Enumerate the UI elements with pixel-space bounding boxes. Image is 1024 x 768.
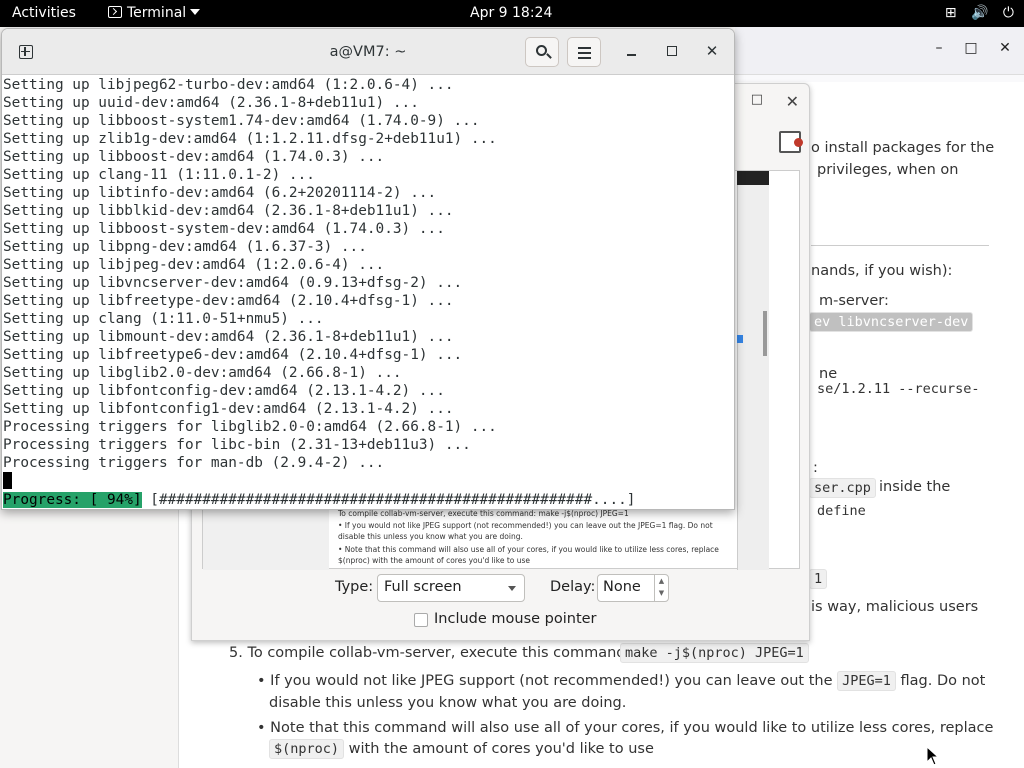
page-text: : [813, 460, 818, 476]
terminal-line: Setting up libboost-system1.74-dev:amd64… [3, 113, 480, 129]
maximize-button[interactable] [662, 41, 682, 61]
maximize-icon [667, 46, 677, 56]
terminal-line: Setting up uuid-dev:amd64 (2.36.1-8+deb1… [3, 95, 419, 111]
page-text: inside the [879, 479, 951, 495]
chevron-down-icon [190, 9, 201, 15]
terminal-line: Setting up libfreetype6-dev:amd64 (2.10.… [3, 347, 463, 363]
progress-line: Progress: [ 94%] [######################… [3, 491, 635, 509]
terminal-line: Setting up libjpeg62-turbo-dev:amd64 (1:… [3, 77, 454, 93]
terminal-line: Setting up clang (1:11.0-51+nmu5) ... [3, 311, 324, 327]
preview-text: • If you would not like JPEG support (no… [338, 521, 713, 530]
delay-spinbox[interactable]: None ▲ ▼ [597, 574, 669, 602]
bullet-text: disable this unless you know what you ar… [269, 695, 627, 711]
browser-minimize-button[interactable]: – [929, 40, 949, 56]
preview-text: disable this unless you know what you ar… [338, 532, 523, 541]
progress-label: Progress: [ 94%] [3, 492, 142, 508]
terminal-line: Setting up libjpeg-dev:amd64 (1:2.0.6-4)… [3, 257, 385, 273]
preview-sidebar [737, 185, 769, 570]
spin-arrows-icon[interactable]: ▲ ▼ [654, 575, 668, 601]
type-dropdown[interactable]: Full screen [377, 574, 525, 602]
new-tab-button[interactable] [12, 38, 40, 66]
page-text: nands, if you wish): [811, 263, 953, 279]
volume-icon: 🔊 [971, 5, 989, 21]
terminal-output[interactable]: Setting up libjpeg62-turbo-dev:amd64 (1:… [2, 75, 724, 509]
chevron-down-icon [508, 586, 516, 591]
page-text: o install packages for the [811, 140, 995, 156]
terminal-line: Setting up libglib2.0-dev:amd64 (2.66.8-… [3, 365, 402, 381]
terminal-line: Setting up libtinfo-dev:amd64 (6.2+20201… [3, 185, 437, 201]
include-pointer-checkbox[interactable] [414, 613, 428, 627]
divider [811, 245, 989, 246]
terminal-line: Processing triggers for libglib2.0-0:amd… [3, 419, 497, 435]
terminal-line: Setting up libfontconfig-dev:amd64 (2.13… [3, 383, 445, 399]
terminal-line: Setting up libblkid-dev:amd64 (2.36.1-8+… [3, 203, 454, 219]
screenshot-app-icon [779, 131, 803, 153]
terminal-line: Setting up libfontconfig1-dev:amd64 (2.1… [3, 401, 454, 417]
step-5-text: 5. To compile collab-vm-server, execute … [229, 645, 631, 661]
preview-accent [737, 335, 743, 343]
terminal-line: Setting up libvncserver-dev:amd64 (0.9.1… [3, 275, 463, 291]
terminal-line: Setting up libmount-dev:amd64 (2.36.1-8+… [3, 329, 454, 345]
code-snippet-selected: ev libvncserver-dev [809, 312, 974, 332]
page-text: is way, malicious users [811, 599, 979, 615]
preview-left-panel [203, 501, 329, 570]
terminal-line: Setting up zlib1g-dev:amd64 (1:1.2.11.df… [3, 131, 497, 147]
bullet-text: • If you would not like JPEG support (no… [257, 671, 986, 691]
type-dropdown-value: Full screen [384, 579, 462, 595]
terminal-line: Setting up libboost-system-dev:amd64 (1.… [3, 221, 445, 237]
terminal-line: Setting up libfreetype-dev:amd64 (2.10.4… [3, 293, 454, 309]
new-tab-icon [19, 45, 33, 59]
code-snippet: $(nproc) [269, 739, 345, 759]
activities-button[interactable]: Activities [12, 0, 76, 27]
close-button[interactable]: ✕ [702, 41, 722, 61]
terminal-line: Setting up libboost-dev:amd64 (1.74.0.3)… [3, 149, 385, 165]
hamburger-menu-icon [578, 47, 591, 49]
browser-close-button[interactable]: ✕ [995, 40, 1015, 56]
search-button[interactable] [525, 37, 559, 67]
code-snippet: ser.cpp [809, 478, 876, 498]
dialog-close-button[interactable]: ✕ [786, 92, 799, 111]
page-text: privileges, when on [817, 162, 959, 178]
code-snippet: make -j$(nproc) JPEG=1 [620, 643, 809, 663]
clock[interactable]: Apr 9 18:24 [470, 0, 552, 27]
terminal-line: Processing triggers for libc-bin (2.31-1… [3, 437, 471, 453]
top-bar: Activities Terminal Apr 9 18:24 ⊞ 🔊 ⏻ [0, 0, 1024, 27]
delay-label: Delay: [550, 579, 596, 595]
preview-text: • Note that this command will also use a… [338, 545, 719, 554]
browser-titlebar: – □ ✕ [735, 27, 1024, 75]
terminal-line: Processing triggers for man-db (2.9.4-2)… [3, 455, 385, 471]
code-snippet: se/1.2.11 --recurse- [817, 381, 980, 397]
preview-text: To compile collab-vm-server, execute thi… [338, 509, 629, 518]
menu-button[interactable] [567, 37, 601, 67]
type-label: Type: [335, 579, 374, 595]
include-pointer-label: Include mouse pointer [434, 611, 597, 627]
terminal-line: Setting up clang-11 (1:11.0.1-2) ... [3, 167, 315, 183]
dialog-maximize-button[interactable]: □ [751, 92, 763, 107]
code-snippet: define [817, 503, 866, 519]
delay-value: None [603, 579, 641, 595]
preview-topbar [737, 171, 769, 185]
preview-text: $(nproc) with the amount of cores you'd … [338, 556, 531, 565]
code-snippet: JPEG=1 [837, 671, 896, 691]
bullet-text: • Note that this command will also use a… [257, 720, 994, 736]
text-cursor [3, 472, 12, 489]
browser-maximize-button[interactable]: □ [961, 40, 981, 56]
network-icon: ⊞ [944, 5, 957, 21]
minimize-icon [627, 54, 636, 56]
terminal-window: a@VM7: ~ ✕ Setting up libjpeg62-turbo-de… [1, 28, 735, 510]
code-snippet: 1 [809, 569, 828, 589]
preview-scrollbar [763, 311, 767, 356]
page-text: m-server: [819, 293, 889, 309]
power-icon: ⏻ [1002, 5, 1014, 21]
progress-bar-text: [#######################################… [141, 492, 636, 508]
terminal-headerbar: a@VM7: ~ ✕ [2, 29, 734, 75]
system-tray[interactable]: ⊞ 🔊 ⏻ [935, 0, 1014, 27]
app-menu[interactable]: Terminal [108, 0, 201, 27]
bullet-text: $(nproc) with the amount of cores you'd … [269, 739, 654, 759]
terminal-line: Setting up libpng-dev:amd64 (1.6.37-3) .… [3, 239, 367, 255]
app-menu-label: Terminal [127, 5, 187, 21]
terminal-icon [108, 6, 122, 18]
minimize-button[interactable] [622, 41, 642, 61]
